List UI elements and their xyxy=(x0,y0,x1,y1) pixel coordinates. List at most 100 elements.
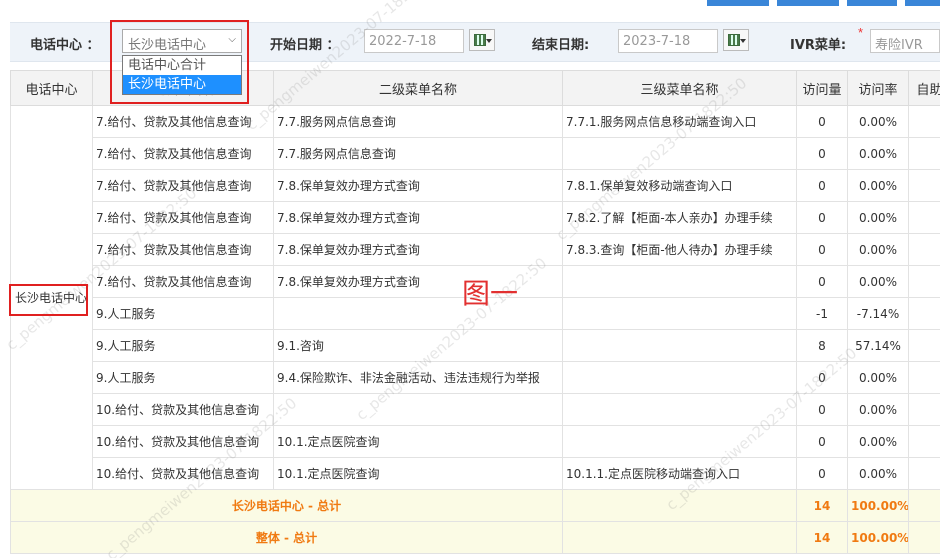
start-calendar-icon[interactable] xyxy=(469,29,495,51)
grand-total-rate: 100.00% xyxy=(847,521,909,554)
cell-visits: 0 xyxy=(796,105,848,138)
center-dropdown: 电话中心合计 长沙电话中心 xyxy=(122,55,242,95)
cell-visits: 0 xyxy=(796,457,848,490)
ivr-input[interactable]: 寿险IVR xyxy=(870,29,940,53)
dropdown-option-changsha[interactable]: 长沙电话中心 xyxy=(123,75,241,94)
cell-level2: 7.8.保单复效办理方式查询 xyxy=(273,265,563,298)
cell-self xyxy=(908,361,940,394)
cell-rate: 0.00% xyxy=(847,457,909,490)
cell-rate: 0.00% xyxy=(847,393,909,426)
cell-self xyxy=(908,233,940,266)
table-row: 7.给付、贷款及其他信息查询 7.8.保单复效办理方式查询 7.8.1.保单复效… xyxy=(11,169,940,202)
cell-level2: 9.1.咨询 xyxy=(273,329,563,362)
cell-level2: 7.8.保单复效办理方式查询 xyxy=(273,169,563,202)
cell-level3 xyxy=(562,265,797,298)
top-action-button[interactable] xyxy=(847,0,897,6)
top-strip xyxy=(0,0,940,7)
cell-self xyxy=(908,297,940,330)
cell-rate: 0.00% xyxy=(847,425,909,458)
cell-self xyxy=(908,105,940,138)
cell-self xyxy=(908,137,940,170)
cell-level1: 10.给付、贷款及其他信息查询 xyxy=(92,393,274,426)
cell-self xyxy=(908,393,940,426)
top-action-button[interactable] xyxy=(777,0,839,6)
cell-level3 xyxy=(562,297,797,330)
table-row: 7.给付、贷款及其他信息查询 7.7.服务网点信息查询 0 0.00% xyxy=(11,137,940,170)
subtotal-self xyxy=(908,489,940,522)
cell-self xyxy=(908,329,940,362)
cell-level3 xyxy=(562,361,797,394)
header-visits[interactable]: 访问量 xyxy=(796,70,848,106)
start-date-input[interactable]: 2022-7-18 xyxy=(364,29,464,53)
cell-level1: 7.给付、贷款及其他信息查询 xyxy=(92,169,274,202)
cell-visits: 8 xyxy=(796,329,848,362)
end-date-label: 结束日期: xyxy=(532,38,590,53)
cell-self xyxy=(908,169,940,202)
cell-rate: 0.00% xyxy=(847,201,909,234)
subtotal-rate: 100.00% xyxy=(847,489,909,522)
cell-rate: 0.00% xyxy=(847,169,909,202)
cell-rate: 0.00% xyxy=(847,137,909,170)
table-row: 9.人工服务 9.1.咨询 8 57.14% xyxy=(11,329,940,362)
table-row: 长沙电话中心 7.给付、贷款及其他信息查询 7.7.服务网点信息查询 7.7.1… xyxy=(10,105,940,490)
header-rate[interactable]: 访问率 xyxy=(847,70,909,106)
cell-visits: 0 xyxy=(796,201,848,234)
cell-visits: 0 xyxy=(796,233,848,266)
grand-total-visits: 14 xyxy=(796,521,848,554)
cell-level2: 7.7.服务网点信息查询 xyxy=(273,137,563,170)
cell-level3: 7.8.3.查询【柜面-他人待办】办理手续 xyxy=(562,233,797,266)
cell-level3: 10.1.1.定点医院移动端查询入口 xyxy=(562,457,797,490)
grand-total-row: 整体 - 总计 14 100.00% xyxy=(10,521,940,554)
cell-level1: 9.人工服务 xyxy=(92,297,274,330)
header-center[interactable]: 电话中心 xyxy=(10,70,93,106)
center-name-cell: 长沙电话中心 xyxy=(10,105,93,490)
cell-level1: 7.给付、贷款及其他信息查询 xyxy=(92,233,274,266)
cell-visits: 0 xyxy=(796,393,848,426)
cell-level1: 7.给付、贷款及其他信息查询 xyxy=(92,105,274,138)
top-action-button[interactable] xyxy=(707,0,769,6)
start-date-label: 开始日期 ： xyxy=(270,38,340,53)
cell-visits: 0 xyxy=(796,265,848,298)
cell-level2: 10.1.定点医院查询 xyxy=(273,457,563,490)
header-level3[interactable]: 三级菜单名称 xyxy=(562,70,797,106)
table-row: 7.给付、贷款及其他信息查询 7.8.保单复效办理方式查询 7.8.3.查询【柜… xyxy=(11,233,940,266)
figure-annotation: 图一 xyxy=(462,277,519,310)
cell-level2: 7.7.服务网点信息查询 xyxy=(273,105,563,138)
grand-total-label: 整体 - 总计 xyxy=(10,521,563,554)
end-calendar-icon[interactable] xyxy=(723,29,749,51)
cell-rate: 0.00% xyxy=(847,361,909,394)
grand-total-empty xyxy=(562,521,797,554)
cell-level3: 7.8.2.了解【柜面-本人亲办】办理手续 xyxy=(562,201,797,234)
cell-rate: 57.14% xyxy=(847,329,909,362)
header-level2[interactable]: 二级菜单名称 xyxy=(273,70,563,106)
cell-visits: 0 xyxy=(796,361,848,394)
cell-level1: 9.人工服务 xyxy=(92,361,274,394)
cell-visits: 0 xyxy=(796,425,848,458)
cell-level1: 9.人工服务 xyxy=(92,329,274,362)
cell-level1: 10.给付、贷款及其他信息查询 xyxy=(92,425,274,458)
subtotal-label: 长沙电话中心 - 总计 xyxy=(10,489,563,522)
dropdown-option-total[interactable]: 电话中心合计 xyxy=(123,56,241,75)
center-select[interactable]: 长沙电话中心 ⌵ xyxy=(122,29,242,53)
cell-visits: 0 xyxy=(796,137,848,170)
cell-visits: -1 xyxy=(796,297,848,330)
center-select-value: 长沙电话中心 xyxy=(128,38,207,53)
required-mark: * xyxy=(858,25,864,40)
cell-level3 xyxy=(562,393,797,426)
cell-level3 xyxy=(562,329,797,362)
cell-self xyxy=(908,265,940,298)
cell-rate: 0.00% xyxy=(847,233,909,266)
top-action-button[interactable] xyxy=(905,0,940,6)
header-self[interactable]: 自助 xyxy=(908,70,940,106)
chevron-down-icon: ⌵ xyxy=(228,34,236,45)
cell-self xyxy=(908,201,940,234)
cell-level2 xyxy=(273,393,563,426)
cell-self xyxy=(908,425,940,458)
cell-level3 xyxy=(562,137,797,170)
cell-level2 xyxy=(273,297,563,330)
report-grid: 电话中心 一级菜单名称 二级菜单名称 三级菜单名称 访问量 访问率 自助 长沙电… xyxy=(10,70,940,558)
cell-level2: 10.1.定点医院查询 xyxy=(273,425,563,458)
cell-level2: 7.8.保单复效办理方式查询 xyxy=(273,201,563,234)
subtotal-row: 长沙电话中心 - 总计 14 100.00% xyxy=(10,489,940,522)
end-date-input[interactable]: 2023-7-18 xyxy=(618,29,718,53)
